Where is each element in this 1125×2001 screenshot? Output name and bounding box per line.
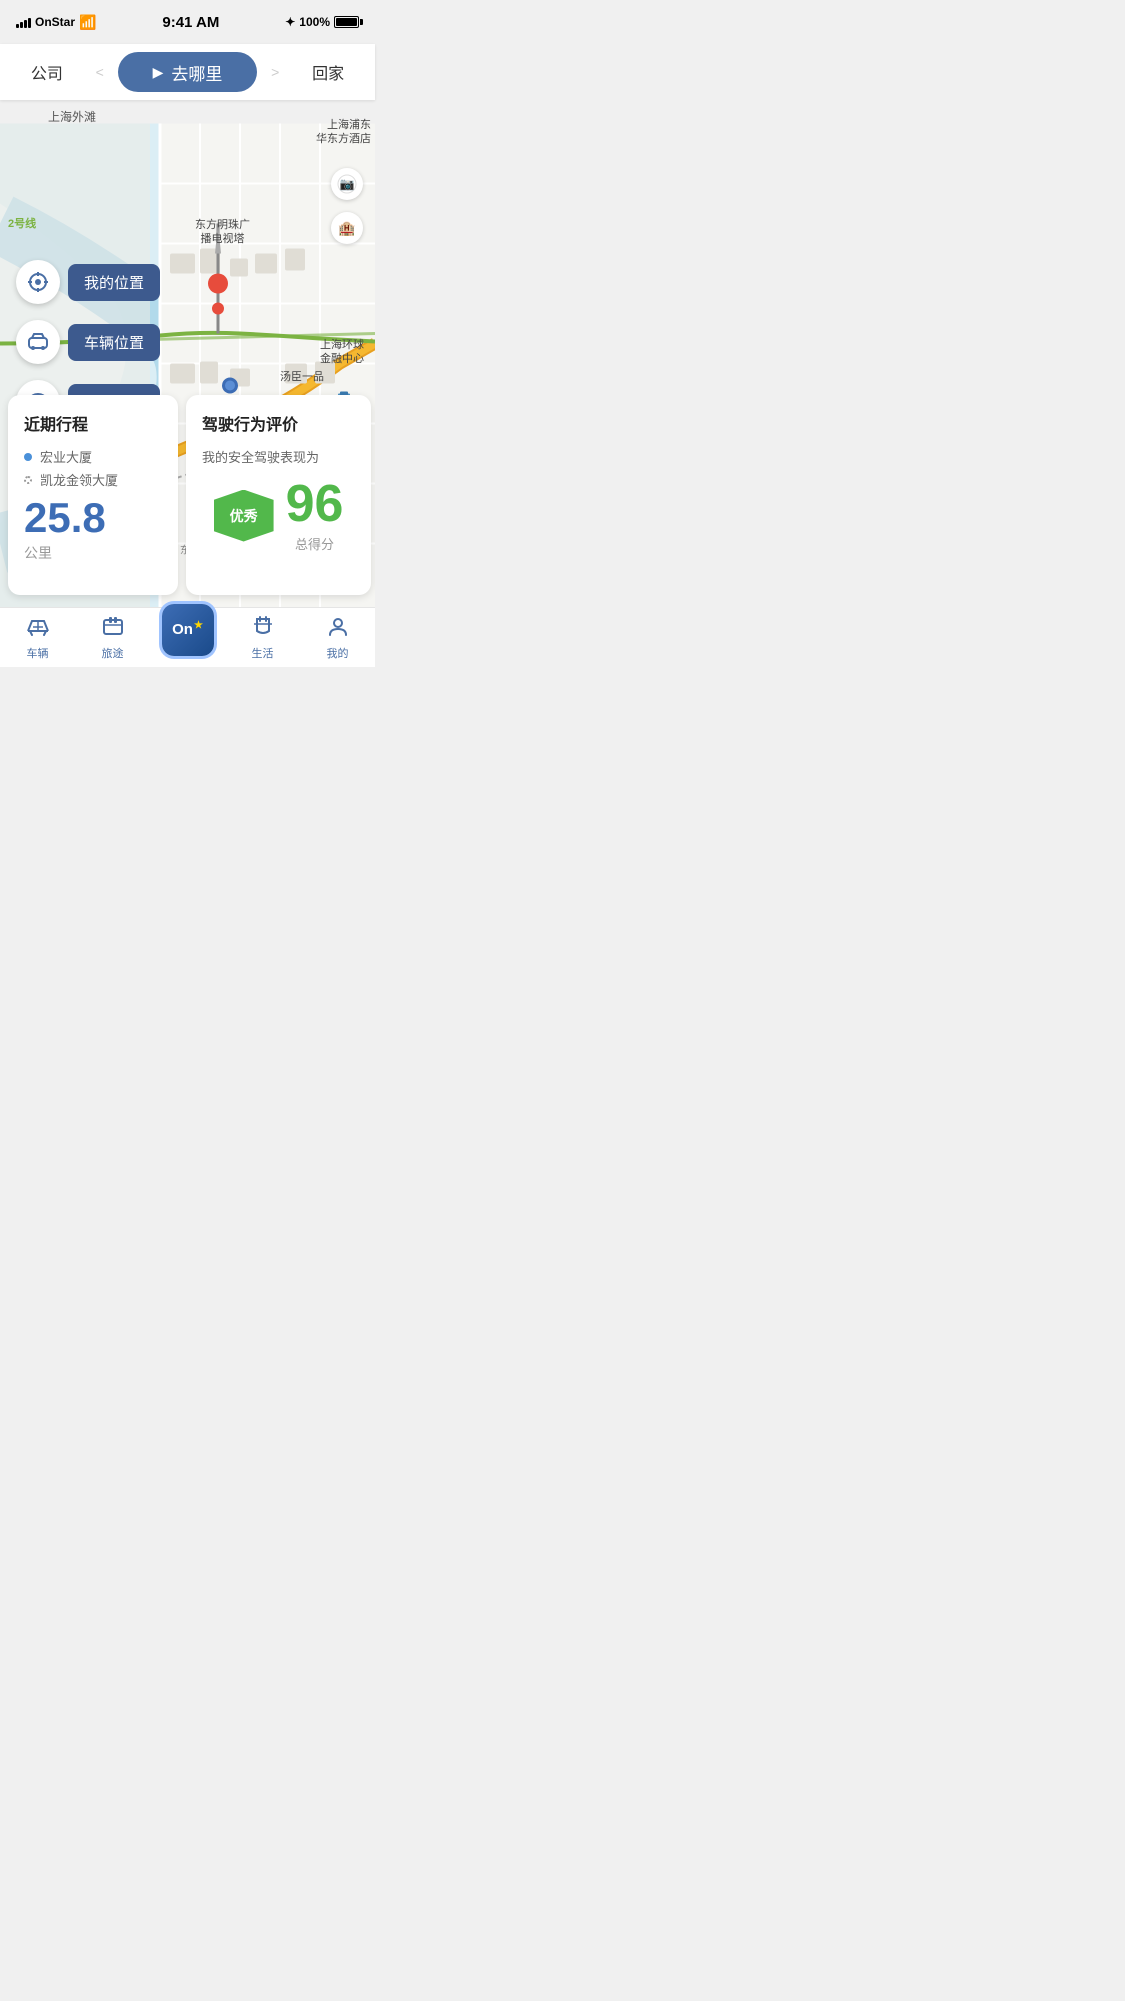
tab-life[interactable]: 生活 <box>225 608 300 667</box>
location-icon <box>26 270 50 294</box>
mine-tab-icon <box>326 615 350 643</box>
metro-line2-label: 2号线 <box>8 215 36 231</box>
left-arrow[interactable]: < <box>88 52 112 92</box>
tab-mine[interactable]: 我的 <box>300 608 375 667</box>
time-display: 9:41 AM <box>162 14 219 31</box>
tangchen-label: 汤臣一品 <box>280 368 324 384</box>
pudong-hotel-label: 上海浦东华东方酒店 <box>316 118 371 147</box>
signal-bar-4 <box>28 18 31 28</box>
nav-bar: 公司 < ▶ 去哪里 > 回家 <box>0 44 375 100</box>
onstar-button[interactable]: On ★ <box>162 604 214 656</box>
dest-row-2: 凯龙金领大厦 <box>24 470 162 489</box>
dest-text-1: 宏业大厦 <box>40 447 92 466</box>
trip-destinations: 宏业大厦 凯龙金领大厦 <box>24 447 162 489</box>
bluetooth-icon: ✦ <box>285 15 295 29</box>
my-location-button[interactable] <box>16 260 60 304</box>
home-button[interactable]: 回家 <box>293 52 363 92</box>
status-left: OnStar 📶 <box>16 14 96 31</box>
navigation-icon: ▶ <box>153 64 164 81</box>
star-text: ★ <box>194 620 203 631</box>
vehicle-icon-svg <box>26 615 50 637</box>
score-label: 总得分 <box>295 534 334 553</box>
trip-tab-label: 旅途 <box>102 645 124 661</box>
driving-card-title: 驾驶行为评价 <box>202 411 355 435</box>
vehicle-location-label[interactable]: 车辆位置 <box>68 324 160 361</box>
status-bar: OnStar 📶 9:41 AM ✦ 100% <box>0 0 375 44</box>
svg-text:📷: 📷 <box>340 177 355 191</box>
go-where-label: 去哪里 <box>171 60 222 85</box>
trip-card[interactable]: 近期行程 宏业大厦 凯龙金领大厦 25.8 公里 <box>8 395 178 595</box>
life-tab-label: 生活 <box>252 645 274 661</box>
life-icon-svg <box>251 615 275 637</box>
mine-tab-label: 我的 <box>327 645 349 661</box>
battery-percent: 100% <box>299 15 330 29</box>
score-badge: 优秀 <box>214 490 274 542</box>
score-row: 优秀 96 总得分 <box>202 478 355 553</box>
trip-unit: 公里 <box>24 543 162 563</box>
shanghai-global-label: 上海环球金融中心 <box>320 338 364 367</box>
tab-onstar[interactable]: On ★ <box>150 612 225 664</box>
go-where-button[interactable]: ▶ 去哪里 <box>118 52 258 92</box>
oriental-pearl-label: 东方明珠广播电视塔 <box>195 218 250 247</box>
work-button[interactable]: 公司 <box>12 52 82 92</box>
signal-bar-2 <box>20 22 23 28</box>
onstar-logo: On ★ <box>172 621 203 638</box>
signal-bar-3 <box>24 20 27 28</box>
signal-bars <box>16 16 31 28</box>
battery-icon <box>334 16 359 28</box>
car-icon <box>26 330 50 354</box>
trip-tab-icon <box>101 615 125 643</box>
mine-icon-svg <box>326 615 350 637</box>
vehicle-tab-label: 车辆 <box>27 645 49 661</box>
badge-text: 优秀 <box>230 506 258 526</box>
dest-row-1: 宏业大厦 <box>24 447 162 466</box>
trip-icon-svg <box>101 615 125 637</box>
my-location-label[interactable]: 我的位置 <box>68 264 160 301</box>
map-area[interactable]: 东金线 上海外滩 东方明珠广播电视塔 汤臣一品 上海环球金融中心 2号线 上海浦… <box>0 100 375 667</box>
bottom-cards: 近期行程 宏业大厦 凯龙金领大厦 25.8 公里 驾驶行为评价 我的安全驾驶表现… <box>0 387 375 607</box>
wifi-icon: 📶 <box>79 14 96 31</box>
hotel-icon: 🏨 <box>331 212 363 244</box>
driving-desc: 我的安全驾驶表现为 <box>202 447 355 466</box>
dest-dot-dashed <box>24 476 32 484</box>
score-number: 96 <box>286 478 344 530</box>
right-arrow[interactable]: > <box>263 52 287 92</box>
signal-bar-1 <box>16 24 19 28</box>
driving-card[interactable]: 驾驶行为评价 我的安全驾驶表现为 优秀 96 总得分 <box>186 395 371 595</box>
tab-bar: 车辆 旅途 On ★ 生活 <box>0 607 375 667</box>
vehicle-location-button[interactable] <box>16 320 60 364</box>
tab-vehicle[interactable]: 车辆 <box>0 608 75 667</box>
dest-dot-blue <box>24 453 32 461</box>
status-right: ✦ 100% <box>285 15 359 29</box>
life-tab-icon <box>251 615 275 643</box>
traffic-camera-icon: 📷 <box>331 168 363 200</box>
camera-svg: 📷 <box>337 174 357 194</box>
badge-area: 优秀 <box>214 490 274 542</box>
dest-text-2: 凯龙金领大厦 <box>40 470 118 489</box>
trip-card-title: 近期行程 <box>24 411 162 435</box>
waitan-label: 上海外滩 <box>48 108 96 125</box>
carrier-label: OnStar <box>35 15 75 29</box>
tab-trip[interactable]: 旅途 <box>75 608 150 667</box>
score-area: 96 总得分 <box>286 478 344 553</box>
trip-distance: 25.8 <box>24 497 162 539</box>
battery-fill <box>336 18 357 26</box>
my-location-row[interactable]: 我的位置 <box>16 260 160 304</box>
on-text: On <box>172 621 193 638</box>
vehicle-location-row[interactable]: 车辆位置 <box>16 320 160 364</box>
vehicle-tab-icon <box>26 615 50 643</box>
